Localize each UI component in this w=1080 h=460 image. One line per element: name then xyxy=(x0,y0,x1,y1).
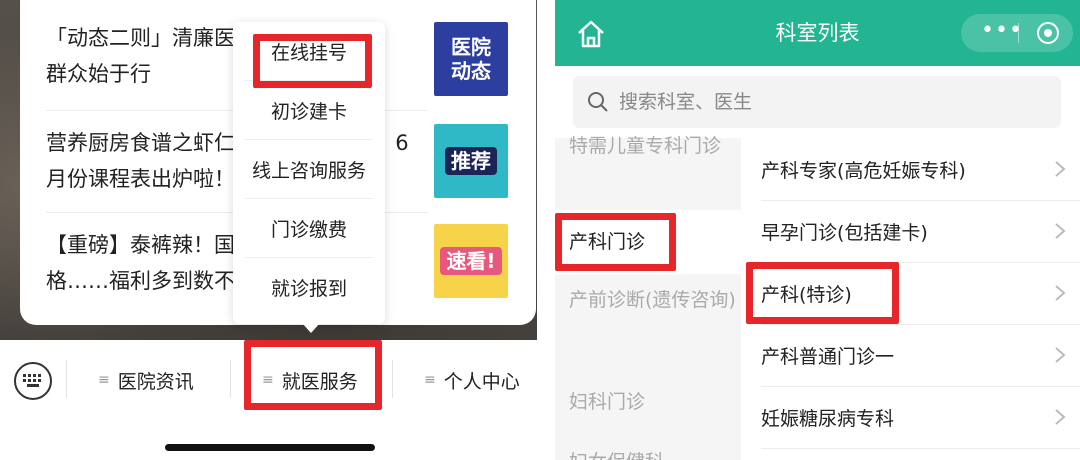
tab-hospital-news[interactable]: ≡ 医院资讯 xyxy=(98,360,194,400)
chevron-right-icon xyxy=(1055,223,1066,239)
chevron-right-icon xyxy=(1055,347,1066,363)
popup-arrow xyxy=(302,323,320,333)
panel-gap xyxy=(537,0,555,460)
navigation-bar: 科室列表 ••• xyxy=(555,0,1080,66)
menu-item-first-visit-card[interactable]: 初诊建卡 xyxy=(245,81,373,140)
chevron-right-icon xyxy=(1055,285,1066,301)
close-target-icon[interactable] xyxy=(1037,22,1059,44)
sidebar-item-special-child-clinic[interactable]: 特需儿童专科门诊 xyxy=(555,126,741,208)
sidebar-item-prenatal-diagnosis[interactable]: 产前诊断(遗传咨询) xyxy=(555,280,741,364)
left-screenshot: 「动态二则」清廉医 群众始于行 医院 动态 营养厨房食谱之虾仁 6 月份课程表出炉啦！… xyxy=(0,0,537,460)
search-icon xyxy=(588,92,608,112)
tab-label: 个人中心 xyxy=(443,370,520,393)
news-thumb-recommend: 推荐 xyxy=(434,124,508,198)
highlight-box-obstetrics-special xyxy=(746,262,899,324)
sidebar-item-gynecology[interactable]: 妇科门诊 xyxy=(555,382,741,422)
chevron-right-icon xyxy=(1055,161,1066,177)
menu-item-outpatient-payment[interactable]: 门诊缴费 xyxy=(245,199,373,258)
highlight-box-obstetrics xyxy=(555,213,676,271)
sidebar-item-women-health[interactable]: 妇女保健科 xyxy=(555,442,741,460)
category-sidebar: 特需儿童专科门诊 产科门诊 产前诊断(遗传咨询) 妇科门诊 妇女保健科 xyxy=(555,135,741,460)
highlight-box-medical-service-tab xyxy=(244,340,382,410)
tab-personal-center[interactable]: ≡ 个人中心 xyxy=(424,360,520,400)
chevron-right-icon xyxy=(1055,409,1066,425)
department-name: 产科专家(高危妊娠专科) xyxy=(761,159,966,182)
department-item[interactable]: 产科普通门诊一 xyxy=(761,324,1080,387)
news-thumb-must-see: 速看! xyxy=(434,224,508,298)
menu-item-visit-checkin[interactable]: 就诊报到 xyxy=(245,258,373,316)
department-name: 妊娠糖尿病专科 xyxy=(761,407,895,430)
department-item[interactable]: 产科专家(高危妊娠专科) xyxy=(761,138,1080,201)
tab-divider xyxy=(66,360,67,398)
department-name: 早孕门诊(包括建卡) xyxy=(761,221,928,244)
search-box[interactable] xyxy=(573,76,1061,128)
thumb-text: 医院 动态 xyxy=(451,35,491,83)
department-name: 产科普通门诊一 xyxy=(761,345,895,368)
menu-item-online-consultation[interactable]: 线上咨询服务 xyxy=(245,140,373,199)
news-thumb-hospital-news: 医院 动态 xyxy=(434,22,508,96)
tab-label: 医院资讯 xyxy=(117,370,194,393)
capsule-divider xyxy=(1018,23,1019,43)
highlight-box-online-registration xyxy=(253,34,372,88)
miniprogram-capsule: ••• xyxy=(961,14,1073,52)
home-indicator xyxy=(165,444,375,451)
tab-divider xyxy=(392,360,393,398)
menu-lines-icon: ≡ xyxy=(424,372,436,388)
department-item[interactable]: 妊娠糖尿病专科 xyxy=(761,386,1080,449)
more-icon[interactable]: ••• xyxy=(981,14,1023,52)
thumb-text: 推荐 xyxy=(445,147,497,175)
right-screenshot: 科室列表 ••• 特需儿童专科门诊 产科门诊 产前诊断(遗传咨询) 妇科门诊 妇… xyxy=(555,0,1080,460)
department-item[interactable]: 早孕门诊(包括建卡) xyxy=(761,200,1080,263)
tab-divider xyxy=(230,360,231,398)
thumb-text: 速看! xyxy=(440,247,502,275)
search-input[interactable] xyxy=(617,90,1041,114)
keyboard-icon[interactable] xyxy=(14,362,52,400)
menu-lines-icon: ≡ xyxy=(98,372,110,388)
